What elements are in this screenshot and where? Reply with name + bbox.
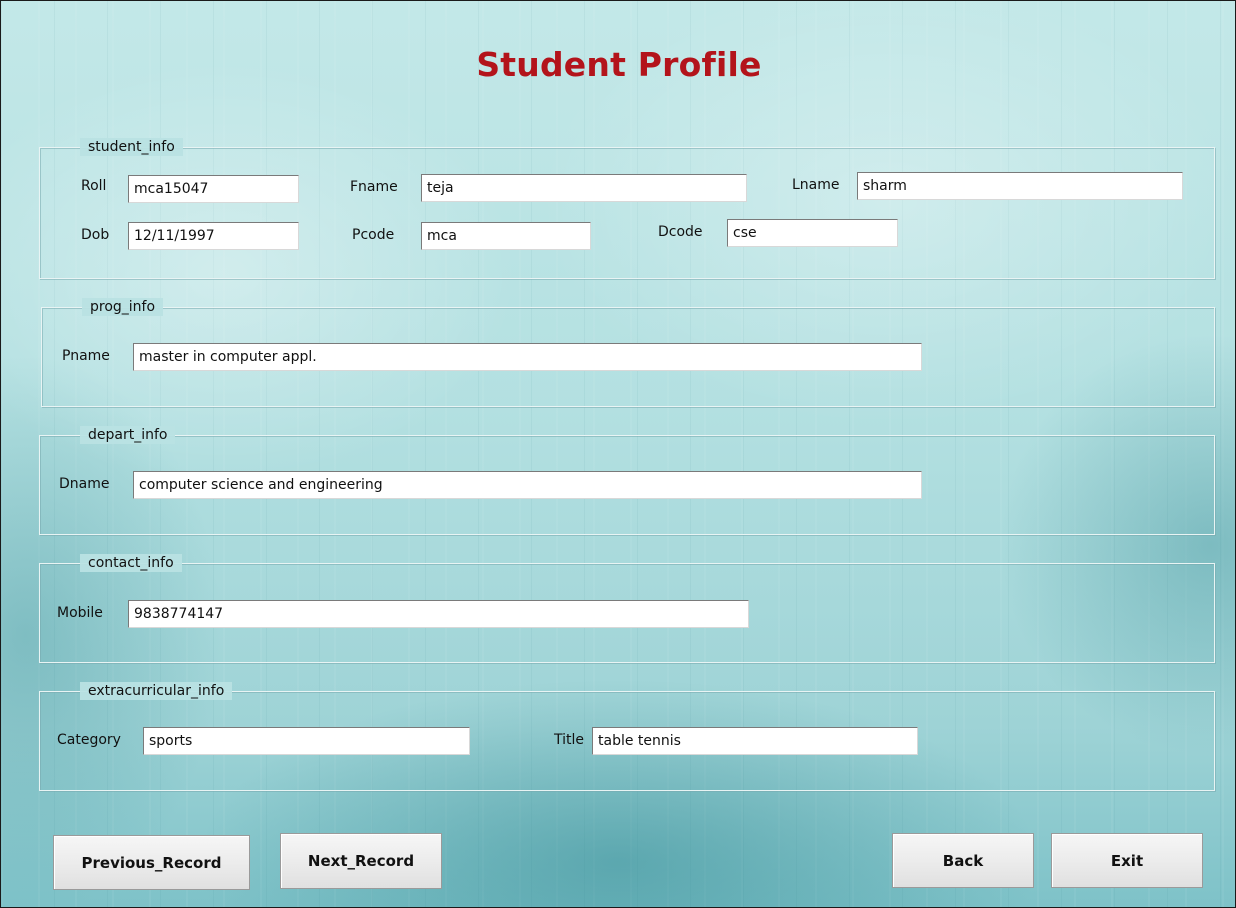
dcode-label: Dcode	[658, 224, 703, 240]
page-title: Student Profile	[476, 45, 762, 84]
category-field[interactable]: sports	[143, 727, 470, 755]
fname-label: Fname	[350, 179, 398, 195]
back-button[interactable]: Back	[892, 833, 1034, 888]
dname-label: Dname	[59, 476, 110, 492]
title-field[interactable]: table tennis	[592, 727, 918, 755]
pcode-label: Pcode	[352, 227, 395, 243]
student-profile-window: Student Profile student_info Roll mca150…	[0, 0, 1236, 908]
dob-label: Dob	[81, 227, 110, 243]
depart-info-legend: depart_info	[80, 426, 176, 444]
extracurricular-info-legend: extracurricular_info	[80, 682, 233, 700]
mobile-label: Mobile	[57, 605, 103, 621]
dcode-field[interactable]: cse	[727, 219, 898, 247]
dname-field[interactable]: computer science and engineering	[133, 471, 922, 499]
fname-field[interactable]: teja	[421, 174, 747, 202]
dob-field[interactable]: 12/11/1997	[128, 222, 299, 250]
lname-field[interactable]: sharm	[857, 172, 1183, 200]
mobile-field[interactable]: 9838774147	[128, 600, 749, 628]
lname-label: Lname	[792, 177, 840, 193]
roll-field[interactable]: mca15047	[128, 175, 299, 203]
next-record-button[interactable]: Next_Record	[280, 833, 442, 889]
pname-label: Pname	[62, 348, 110, 364]
previous-record-button[interactable]: Previous_Record	[53, 835, 250, 890]
pcode-field[interactable]: mca	[421, 222, 591, 250]
prog-info-legend: prog_info	[82, 298, 164, 316]
category-label: Category	[57, 732, 121, 748]
title-label: Title	[554, 732, 585, 748]
roll-label: Roll	[81, 178, 107, 194]
pname-field[interactable]: master in computer appl.	[133, 343, 922, 371]
student-info-group: student_info	[39, 138, 1215, 279]
contact-info-legend: contact_info	[80, 554, 182, 572]
exit-button[interactable]: Exit	[1051, 833, 1203, 888]
student-info-legend: student_info	[80, 138, 183, 156]
